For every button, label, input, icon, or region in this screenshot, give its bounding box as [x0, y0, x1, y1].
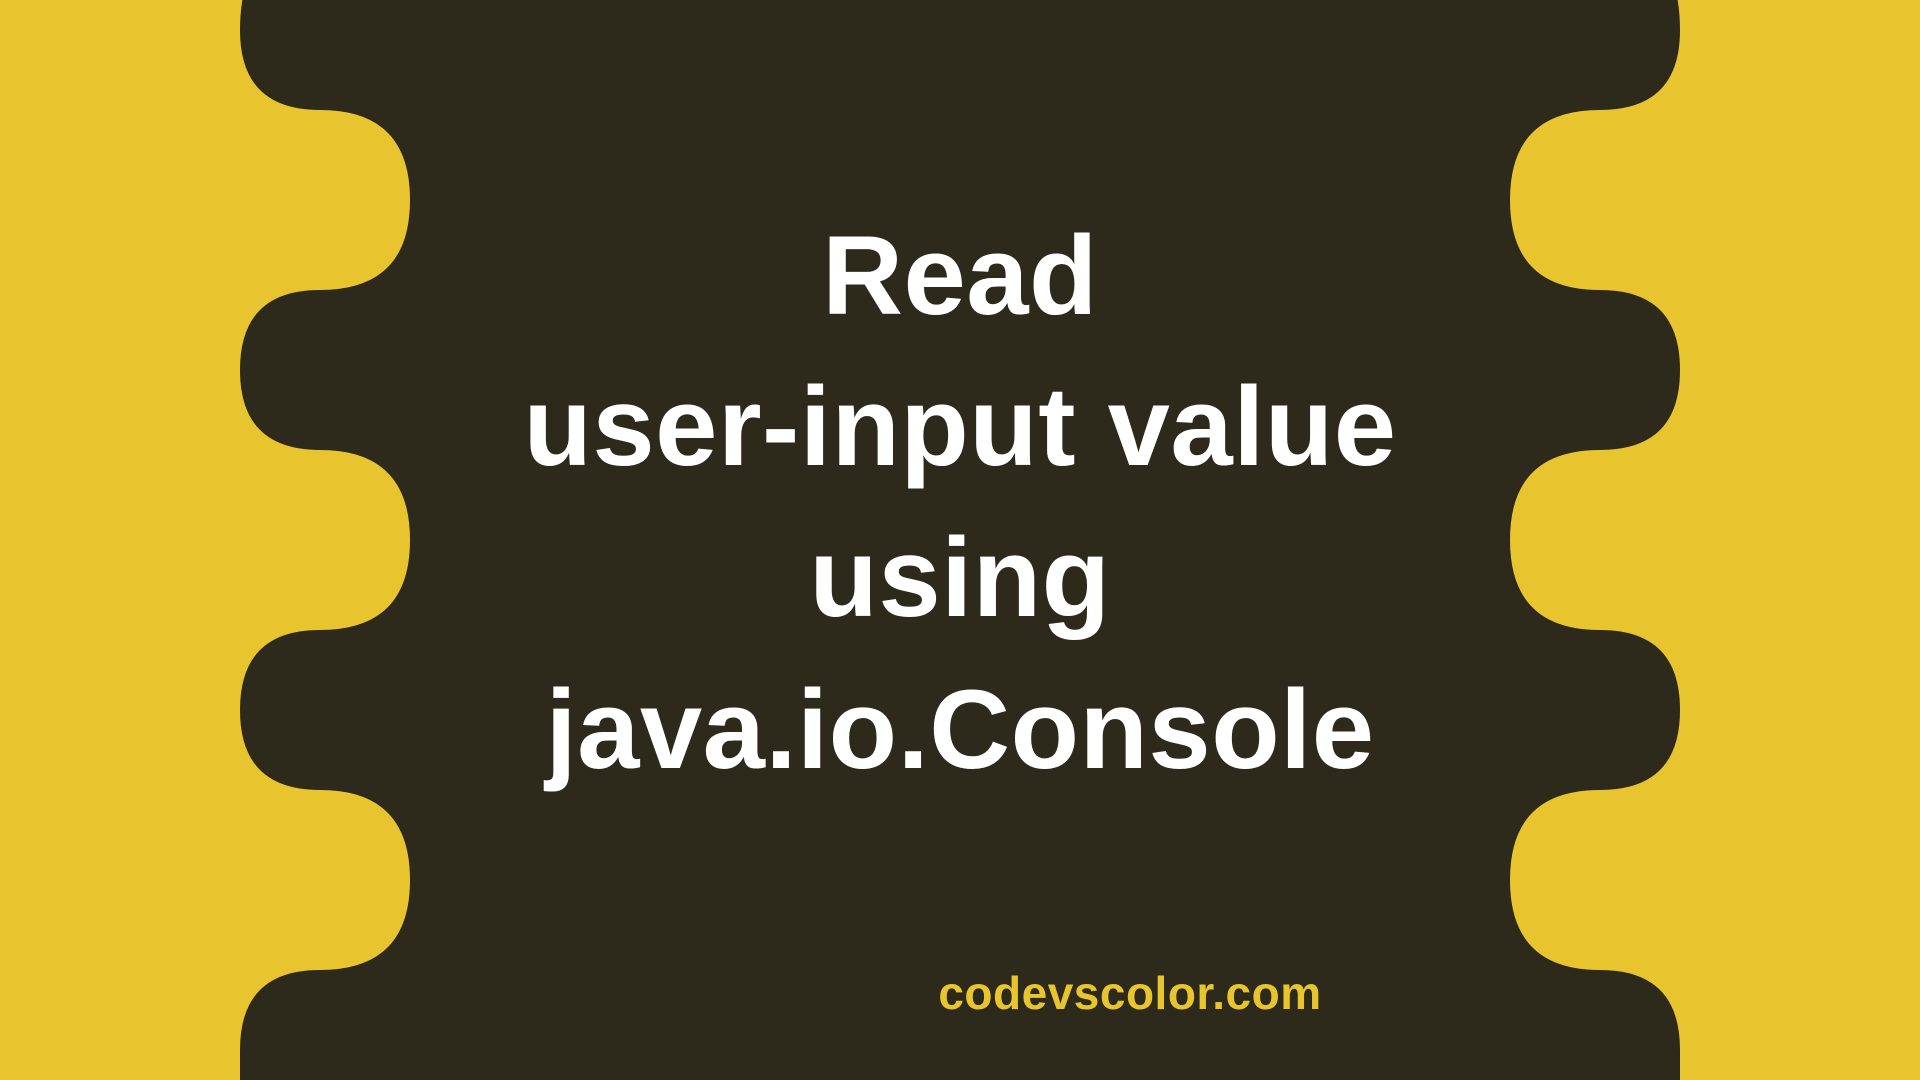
title-line-3: using [0, 502, 1920, 653]
title-line-4: java.io.Console [0, 654, 1920, 805]
footer: codevscolor.com [0, 966, 1920, 1020]
title-block: Read user-input value using java.io.Cons… [0, 0, 1920, 805]
site-credit: codevscolor.com [938, 967, 1321, 1019]
title-line-1: Read [0, 200, 1920, 351]
title-line-2: user-input value [0, 351, 1920, 502]
